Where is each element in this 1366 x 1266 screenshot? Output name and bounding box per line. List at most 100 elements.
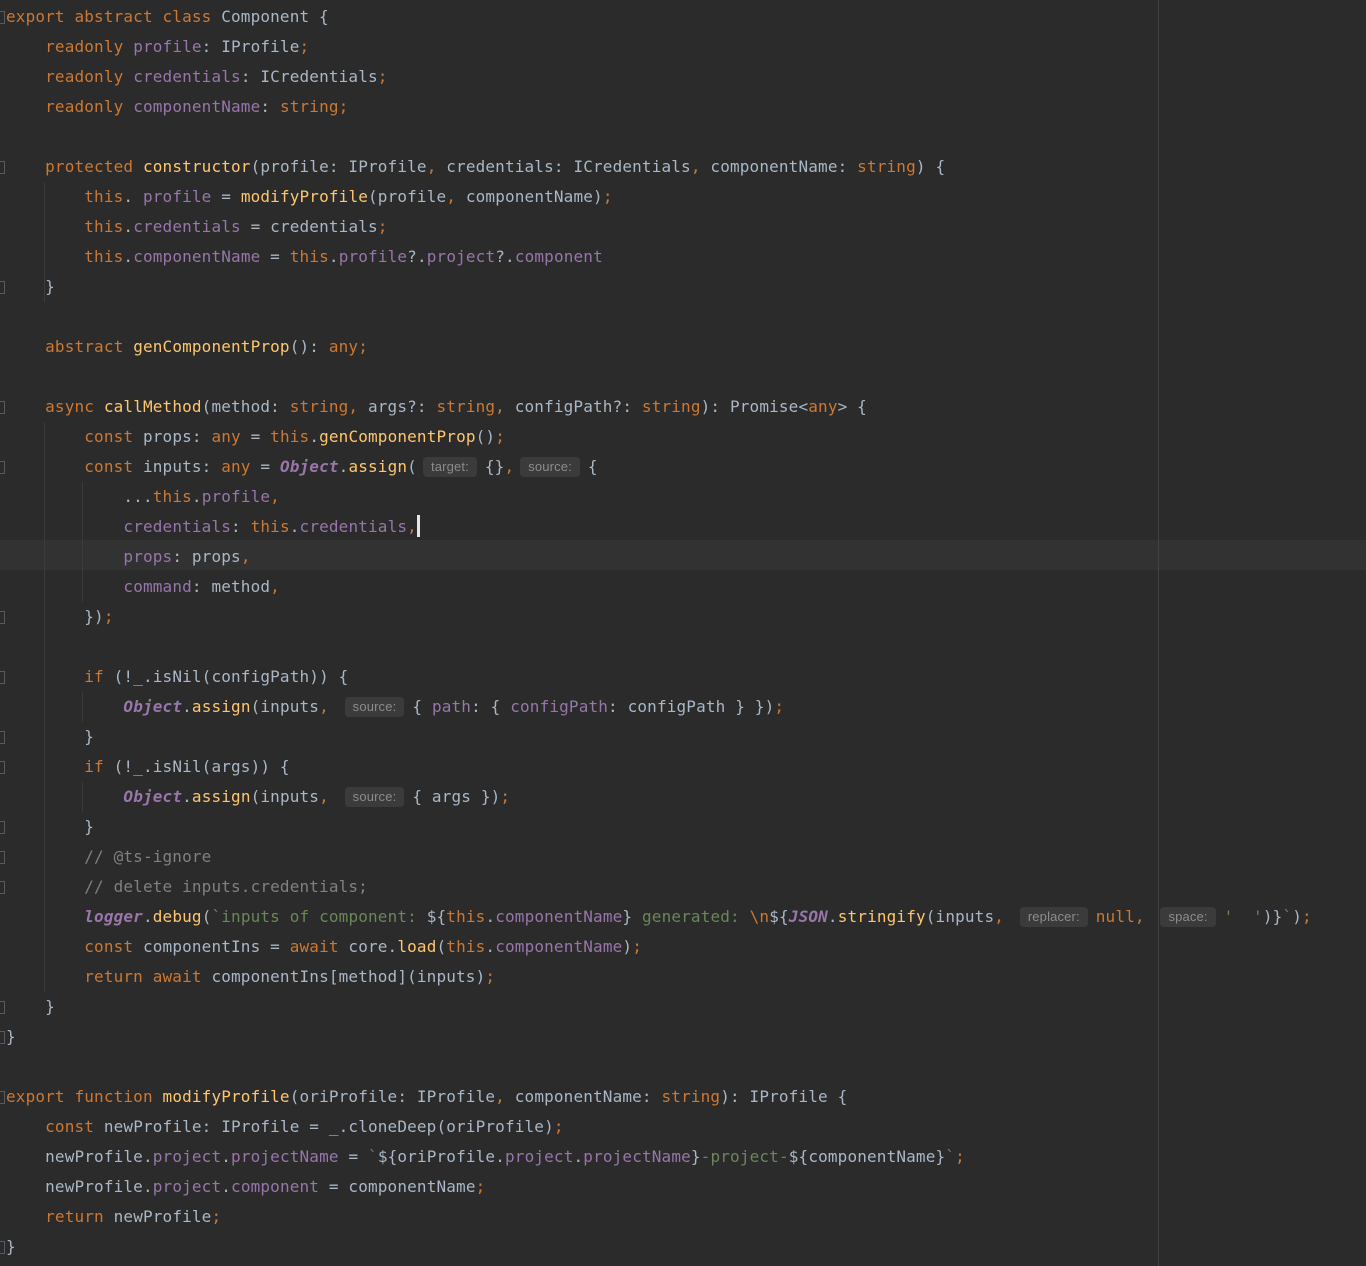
code-token: : — [260, 97, 280, 116]
fold-marker-icon[interactable] — [0, 1241, 5, 1254]
code-line[interactable]: this. profile = modifyProfile(profile, c… — [6, 182, 613, 212]
code-line[interactable]: // @ts-ignore — [6, 842, 211, 872]
code-line[interactable]: } — [6, 722, 94, 752]
code-line[interactable]: if (!_.isNil(configPath)) { — [6, 662, 348, 692]
parameter-hint: source: — [344, 697, 405, 717]
right-margin-guide — [1158, 0, 1159, 1266]
code-line[interactable]: Object.assign(inputs, source: { path: { c… — [6, 692, 784, 722]
code-token: readonly — [45, 97, 134, 116]
fold-marker-icon[interactable] — [0, 281, 5, 294]
code-token: if — [84, 757, 114, 776]
code-line[interactable]: newProfile.project.projectName = `${oriP… — [6, 1142, 965, 1172]
code-line[interactable]: this.componentName = this.profile?.proje… — [6, 242, 603, 272]
code-editor[interactable]: export abstract class Component { readon… — [0, 0, 1366, 1266]
code-line[interactable]: ...this.profile, — [6, 482, 280, 512]
code-line[interactable]: const newProfile: IProfile = _.cloneDeep… — [6, 1112, 564, 1142]
code-line[interactable]: export abstract class Component { — [6, 2, 329, 32]
code-token: : { — [471, 697, 511, 716]
code-line[interactable]: Object.assign(inputs, source: { args }); — [6, 782, 510, 812]
code-token: async — [45, 397, 104, 416]
code-token: ( — [201, 907, 212, 926]
code-line[interactable]: protected constructor(profile: IProfile,… — [6, 152, 945, 182]
code-token: (profile: IProfile — [250, 157, 427, 176]
code-token: { — [412, 697, 432, 716]
code-token: = — [260, 457, 280, 476]
parameter-hint: target: — [422, 457, 477, 477]
code-line[interactable]: const props: any = this.genComponentProp… — [6, 422, 505, 452]
code-token: project — [426, 247, 496, 266]
code-line[interactable]: const componentIns = await core.load(thi… — [6, 932, 642, 962]
code-token: -project- — [700, 1147, 789, 1166]
code-line[interactable]: }); — [6, 602, 114, 632]
code-token: generated: — [632, 907, 750, 926]
code-line[interactable]: } — [6, 1022, 16, 1052]
code-line[interactable]: if (!_.isNil(args)) { — [6, 752, 290, 782]
code-line[interactable]: export function modifyProfile(oriProfile… — [6, 1082, 847, 1112]
code-line[interactable]: abstract genComponentProp(): any; — [6, 332, 368, 362]
code-token: = — [211, 187, 241, 206]
code-token: componentName — [133, 97, 261, 116]
fold-marker-icon[interactable] — [0, 881, 5, 894]
fold-marker-icon[interactable] — [0, 1001, 5, 1014]
fold-marker-icon[interactable] — [0, 731, 5, 744]
code-token: } — [6, 727, 95, 746]
code-token: . — [289, 517, 300, 536]
code-token: componentName — [133, 247, 261, 266]
fold-marker-icon[interactable] — [0, 11, 5, 24]
code-token: componentIns = — [142, 937, 290, 956]
fold-marker-icon[interactable] — [0, 401, 5, 414]
code-token: . — [338, 457, 349, 476]
code-line[interactable]: newProfile.project.component = component… — [6, 1172, 485, 1202]
code-line[interactable]: } — [6, 1232, 16, 1262]
code-token: : ICredentials — [240, 67, 378, 86]
code-line[interactable]: } — [6, 992, 55, 1022]
code-token: ; — [103, 607, 114, 626]
fold-marker-icon[interactable] — [0, 761, 5, 774]
code-token: any; — [328, 337, 368, 356]
code-token: this — [84, 247, 124, 266]
code-token: , — [446, 187, 466, 206]
parameter-hint: replacer: — [1019, 907, 1088, 927]
code-line[interactable]: return await componentIns[method](inputs… — [6, 962, 495, 992]
code-token: JSON — [788, 907, 828, 926]
code-line[interactable]: props: props, — [6, 542, 251, 572]
code-line[interactable]: } — [6, 812, 94, 842]
code-token: , — [240, 547, 251, 566]
code-token: this — [446, 907, 486, 926]
code-line[interactable]: readonly profile: IProfile; — [6, 32, 309, 62]
code-token: await — [289, 937, 349, 956]
code-token: component — [514, 247, 603, 266]
code-token: ; — [475, 1177, 486, 1196]
code-line[interactable]: // delete inputs.credentials; — [6, 872, 368, 902]
fold-marker-icon[interactable] — [0, 1091, 5, 1104]
code-token: (inputs — [925, 907, 995, 926]
code-line[interactable]: const inputs: any = Object.assign(target… — [6, 452, 598, 482]
code-token: } — [6, 1027, 16, 1046]
fold-marker-icon[interactable] — [0, 821, 5, 834]
fold-marker-icon[interactable] — [0, 611, 5, 624]
code-token: ?. — [495, 247, 515, 266]
code-token: {} — [484, 457, 505, 476]
code-token: ; — [377, 67, 388, 86]
code-token: , — [319, 697, 339, 716]
code-token: callMethod — [103, 397, 202, 416]
code-line[interactable]: readonly credentials: ICredentials; — [6, 62, 388, 92]
code-line[interactable]: command: method, — [6, 572, 280, 602]
code-line[interactable]: readonly componentName: string; — [6, 92, 348, 122]
fold-marker-icon[interactable] — [0, 161, 5, 174]
code-line[interactable]: return newProfile; — [6, 1202, 221, 1232]
code-line[interactable]: } — [6, 272, 55, 302]
fold-marker-icon[interactable] — [0, 461, 5, 474]
code-token: props — [123, 547, 173, 566]
code-line[interactable]: logger.debug(`inputs of component: ${thi… — [6, 902, 1312, 932]
fold-marker-icon[interactable] — [0, 851, 5, 864]
fold-marker-icon[interactable] — [0, 1031, 5, 1044]
code-line[interactable]: credentials: this.credentials, — [6, 512, 420, 542]
code-token: ( — [436, 937, 447, 956]
code-line[interactable]: this.credentials = credentials; — [6, 212, 388, 242]
fold-marker-icon[interactable] — [0, 671, 5, 684]
code-token: credentials — [133, 67, 241, 86]
code-line[interactable]: async callMethod(method: string, args?: … — [6, 392, 867, 422]
